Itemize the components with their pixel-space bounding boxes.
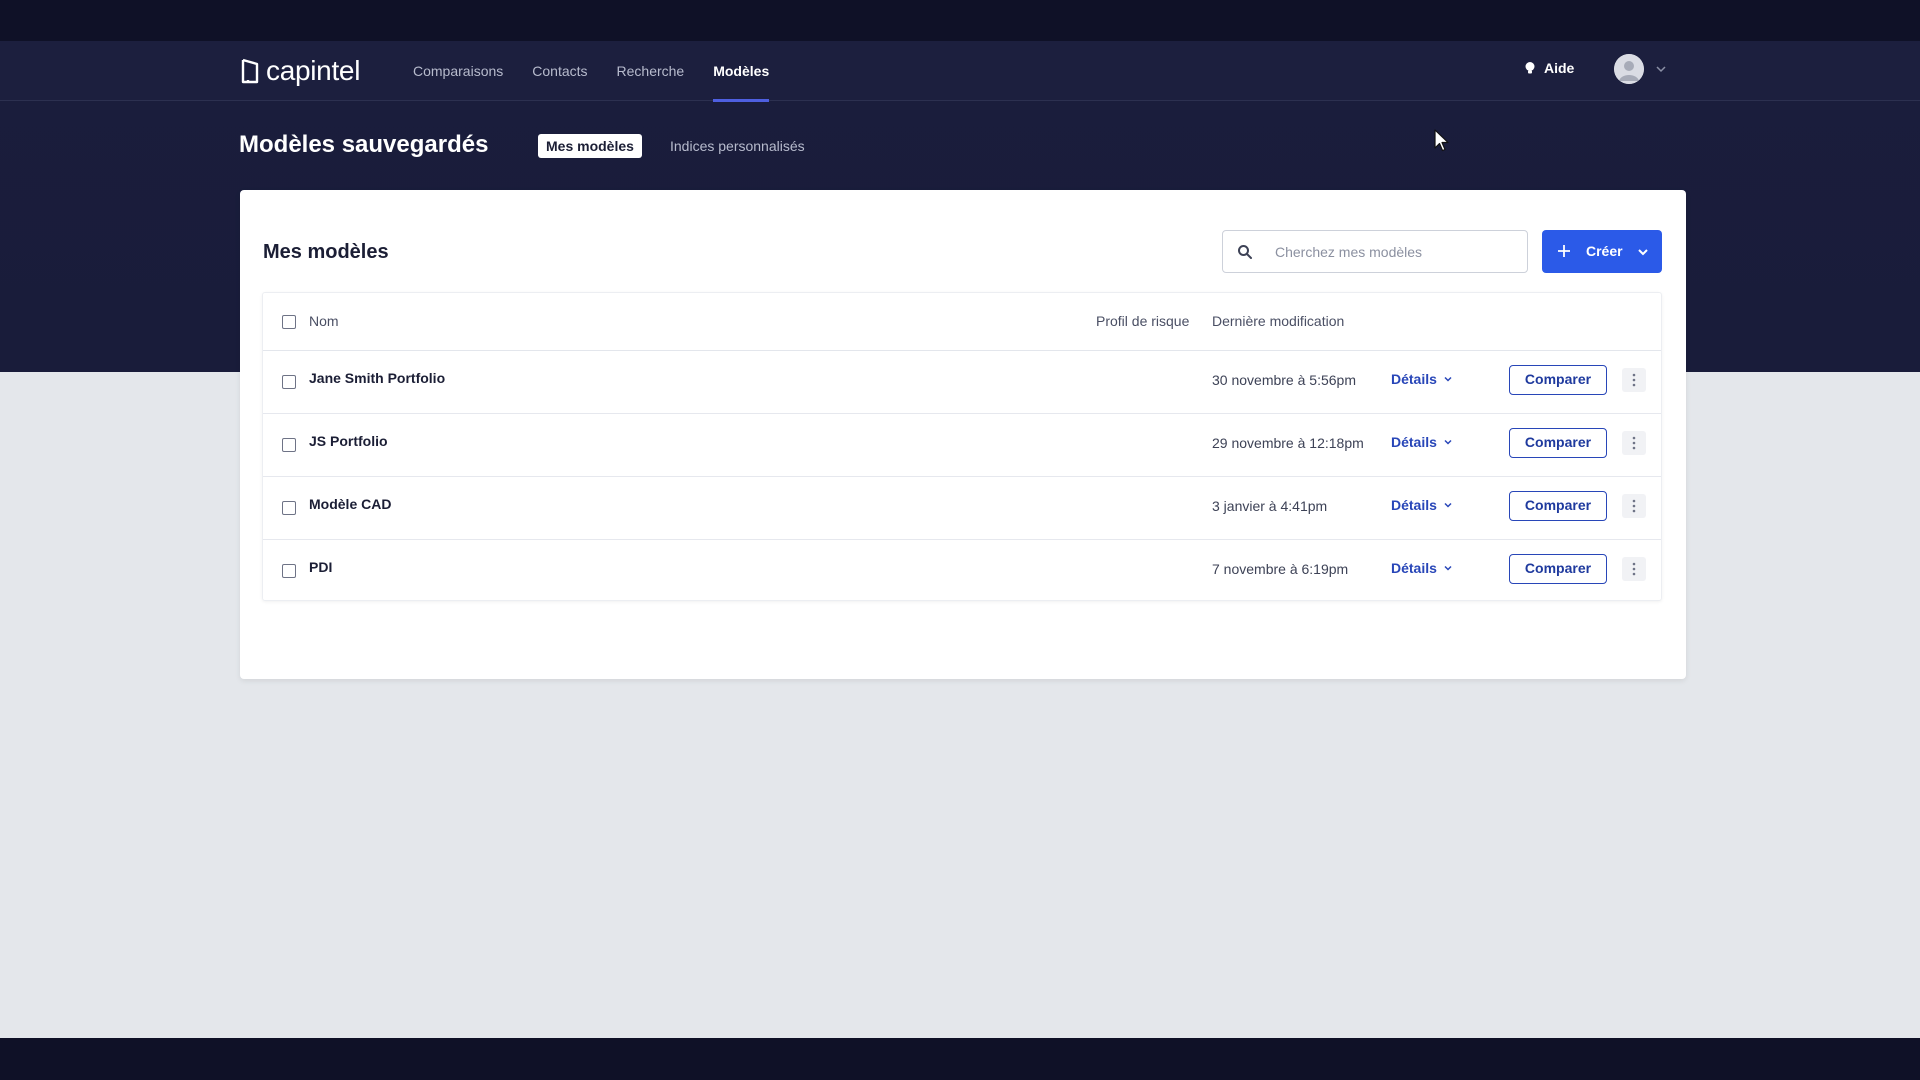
top-navigation: capintel Comparaisons Contacts Recherche…	[0, 41, 1920, 102]
chevron-down-icon	[1444, 439, 1452, 445]
chevron-down-icon	[1444, 376, 1452, 382]
more-vertical-icon	[1632, 436, 1636, 450]
chevron-down-icon[interactable]	[1655, 63, 1667, 75]
model-name[interactable]: PDI	[309, 559, 332, 575]
model-modified: 7 novembre à 6:19pm	[1212, 561, 1349, 577]
nav-modeles[interactable]: Modèles	[713, 41, 770, 102]
compare-button[interactable]: Comparer	[1509, 491, 1607, 521]
select-all-checkbox[interactable]	[282, 315, 296, 329]
create-label: Créer	[1586, 243, 1623, 259]
column-header-risk[interactable]: Profil de risque	[1096, 313, 1189, 329]
more-options-button[interactable]	[1622, 494, 1646, 518]
nav-recherche[interactable]: Recherche	[617, 41, 685, 101]
more-vertical-icon	[1632, 373, 1636, 387]
app-window: capintel Comparaisons Contacts Recherche…	[0, 41, 1920, 1038]
column-header-modified[interactable]: Dernière modification	[1212, 313, 1344, 329]
table-header: Nom Profil de risque Dernière modificati…	[263, 293, 1661, 351]
chevron-down-icon	[1638, 249, 1648, 256]
models-card: Mes modèles Créer Nom Profil de risque D…	[240, 190, 1686, 679]
compare-button[interactable]: Comparer	[1509, 428, 1607, 458]
help-label: Aide	[1544, 60, 1575, 76]
mouse-cursor-icon	[1434, 129, 1449, 152]
more-options-button[interactable]	[1622, 431, 1646, 455]
card-title: Mes modèles	[263, 241, 389, 263]
model-name[interactable]: JS Portfolio	[309, 433, 388, 449]
user-avatar-icon	[1614, 54, 1644, 84]
model-name[interactable]: Modèle CAD	[309, 496, 391, 512]
capintel-logo[interactable]: capintel	[240, 55, 360, 87]
page-title: Modèles sauvegardés	[239, 131, 489, 158]
user-avatar[interactable]	[1614, 54, 1644, 84]
models-table: Nom Profil de risque Dernière modificati…	[262, 292, 1662, 601]
details-toggle[interactable]: Détails	[1391, 434, 1453, 450]
row-checkbox[interactable]	[282, 564, 296, 578]
details-label: Détails	[1391, 560, 1437, 576]
details-label: Détails	[1391, 371, 1437, 387]
table-row[interactable]: Jane Smith Portfolio 30 novembre à 5:56p…	[263, 351, 1661, 414]
logo-mark-icon	[241, 58, 259, 84]
screen-bottom-border	[0, 1038, 1920, 1080]
lightbulb-icon	[1525, 62, 1535, 74]
more-vertical-icon	[1632, 562, 1636, 576]
nav-comparaisons[interactable]: Comparaisons	[413, 41, 503, 101]
model-modified: 3 janvier à 4:41pm	[1212, 498, 1328, 514]
compare-button[interactable]: Comparer	[1509, 365, 1607, 395]
column-header-name[interactable]: Nom	[309, 313, 339, 329]
nav-contacts[interactable]: Contacts	[532, 41, 587, 101]
details-toggle[interactable]: Détails	[1391, 371, 1453, 387]
table-row[interactable]: Modèle CAD 3 janvier à 4:41pm Détails Co…	[263, 477, 1661, 540]
table-row[interactable]: PDI 7 novembre à 6:19pm Détails Comparer	[263, 540, 1661, 603]
tab-indices-personnalises[interactable]: Indices personnalisés	[670, 134, 805, 158]
row-checkbox[interactable]	[282, 501, 296, 515]
details-label: Détails	[1391, 434, 1437, 450]
model-name[interactable]: Jane Smith Portfolio	[309, 370, 445, 386]
search-box[interactable]	[1222, 230, 1528, 273]
search-icon	[1238, 245, 1252, 259]
model-modified: 29 novembre à 12:18pm	[1212, 435, 1364, 451]
more-options-button[interactable]	[1622, 368, 1646, 392]
model-modified: 30 novembre à 5:56pm	[1212, 372, 1356, 388]
tab-mes-modeles[interactable]: Mes modèles	[538, 134, 642, 158]
more-options-button[interactable]	[1622, 557, 1646, 581]
search-input[interactable]	[1275, 231, 1515, 272]
details-toggle[interactable]: Détails	[1391, 560, 1453, 576]
details-label: Détails	[1391, 497, 1437, 513]
screen-top-border	[0, 0, 1920, 41]
chevron-down-icon	[1444, 565, 1452, 571]
details-toggle[interactable]: Détails	[1391, 497, 1453, 513]
row-checkbox[interactable]	[282, 438, 296, 452]
help-button[interactable]: Aide	[1523, 60, 1574, 76]
create-button[interactable]: Créer	[1542, 230, 1662, 273]
plus-icon	[1558, 245, 1570, 257]
more-vertical-icon	[1632, 499, 1636, 513]
logo-text: capintel	[266, 55, 361, 86]
row-checkbox[interactable]	[282, 375, 296, 389]
table-row[interactable]: JS Portfolio 29 novembre à 12:18pm Détai…	[263, 414, 1661, 477]
chevron-down-icon	[1444, 502, 1452, 508]
main-nav: Comparaisons Contacts Recherche Modèles	[413, 41, 798, 102]
compare-button[interactable]: Comparer	[1509, 554, 1607, 584]
